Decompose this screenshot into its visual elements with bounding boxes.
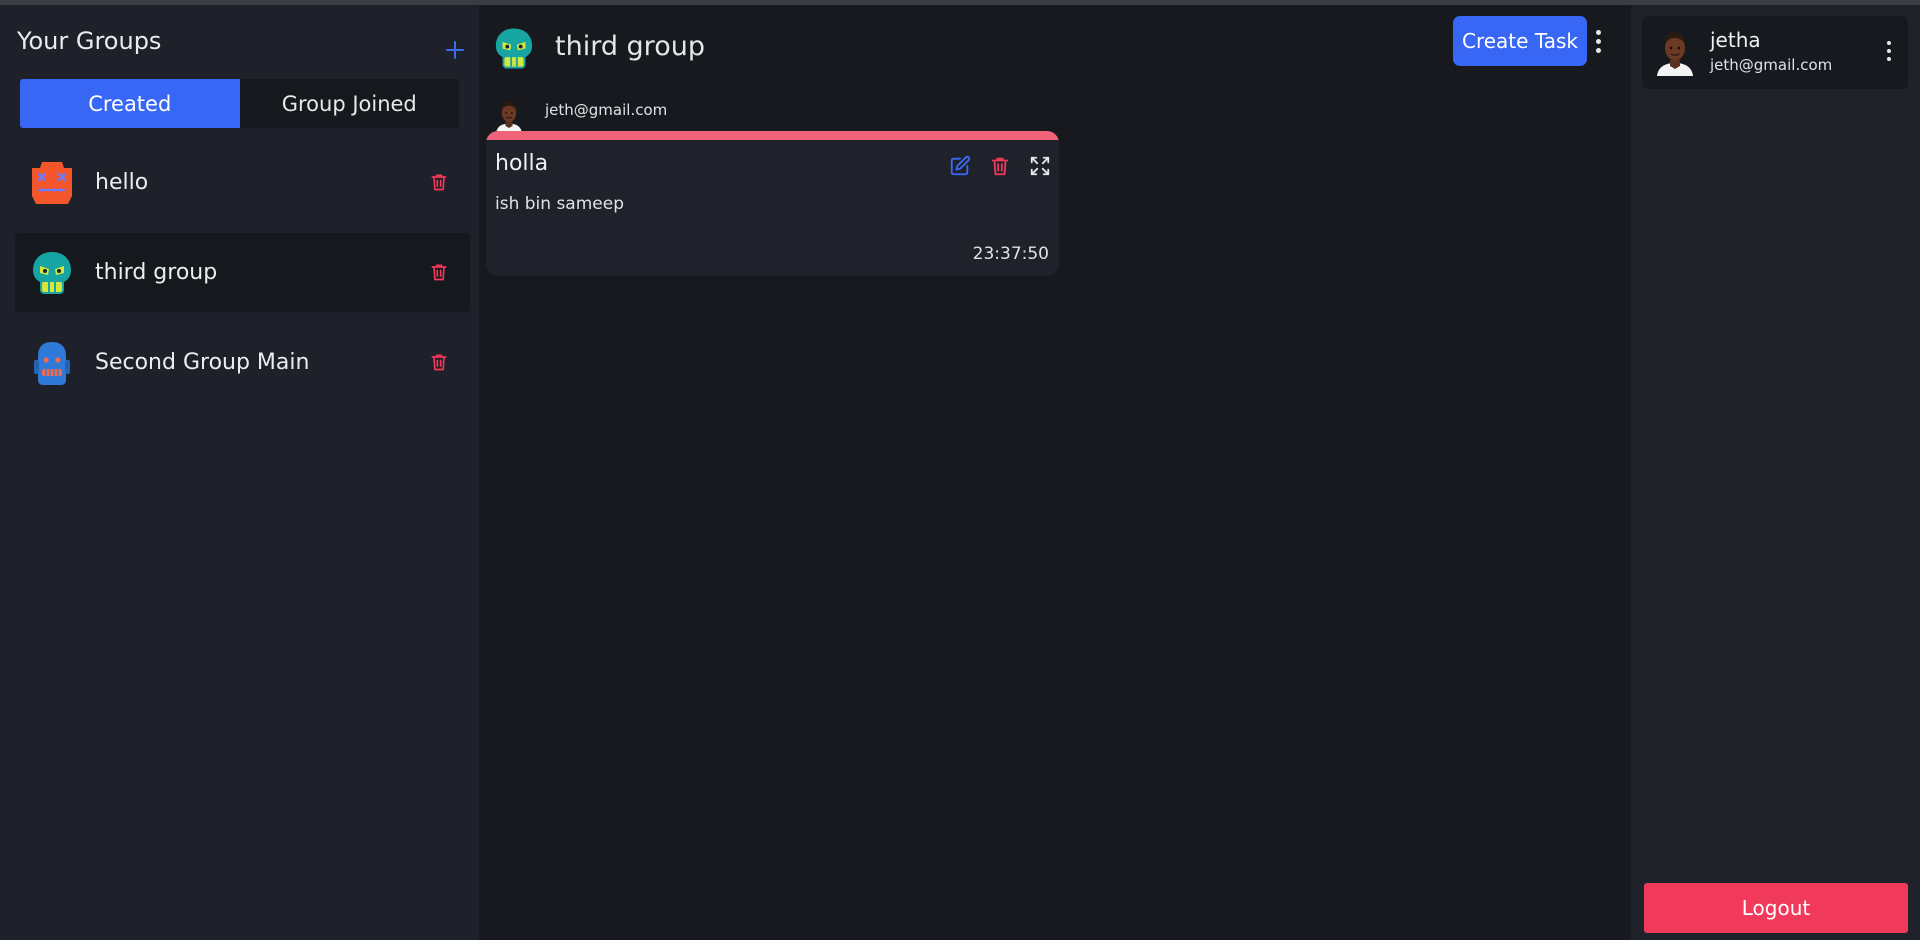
user-kebab-menu-icon[interactable] xyxy=(1883,39,1895,65)
user-avatar xyxy=(1655,30,1695,76)
edit-icon[interactable] xyxy=(949,155,971,177)
group-title: third group xyxy=(555,31,705,62)
trash-icon[interactable] xyxy=(989,155,1011,177)
group-main-panel: third group Create Task jeth@gmail.com h… xyxy=(479,5,1631,940)
create-task-button[interactable]: Create Task xyxy=(1453,16,1587,66)
orange-robot-avatar-icon xyxy=(30,160,74,206)
task-title: holla xyxy=(495,151,549,176)
task-author-email: jeth@gmail.com xyxy=(545,101,668,119)
group-name: Second Group Main xyxy=(95,350,310,375)
tab-created[interactable]: Created xyxy=(20,79,240,128)
teal-skull-avatar-icon xyxy=(30,250,74,296)
group-tabs: Created Group Joined xyxy=(20,79,459,128)
task-timestamp: 23:37:50 xyxy=(972,244,1049,264)
user-card: jetha jeth@gmail.com xyxy=(1642,16,1908,89)
groups-sidebar: Your Groups Created Group Joined hello t… xyxy=(0,5,479,940)
user-email: jeth@gmail.com xyxy=(1710,56,1833,74)
group-item-second-group-main[interactable]: Second Group Main xyxy=(15,323,470,402)
group-item-hello[interactable]: hello xyxy=(15,143,470,222)
expand-icon[interactable] xyxy=(1029,155,1051,177)
group-name: hello xyxy=(95,170,149,195)
group-item-third-group[interactable]: third group xyxy=(15,233,470,312)
user-name: jetha xyxy=(1710,28,1761,52)
trash-icon[interactable] xyxy=(429,261,449,283)
author-avatar xyxy=(494,100,524,133)
add-group-plus-icon[interactable] xyxy=(442,38,468,64)
trash-icon[interactable] xyxy=(429,351,449,373)
group-name: third group xyxy=(95,260,218,285)
trash-icon[interactable] xyxy=(429,171,449,193)
blue-robot-avatar-icon xyxy=(30,340,74,386)
teal-skull-avatar-icon xyxy=(493,25,535,72)
sidebar-title: Your Groups xyxy=(17,27,162,55)
task-color-strip xyxy=(486,131,1059,140)
task-description: ish bin sameep xyxy=(495,194,624,214)
task-card: holla ish bin sameep 23:37:50 xyxy=(486,131,1059,276)
tab-group-joined[interactable]: Group Joined xyxy=(240,79,460,128)
kebab-menu-icon[interactable] xyxy=(1593,29,1605,55)
logout-button[interactable]: Logout xyxy=(1644,883,1908,933)
user-panel: jetha jeth@gmail.com Logout xyxy=(1631,5,1920,940)
